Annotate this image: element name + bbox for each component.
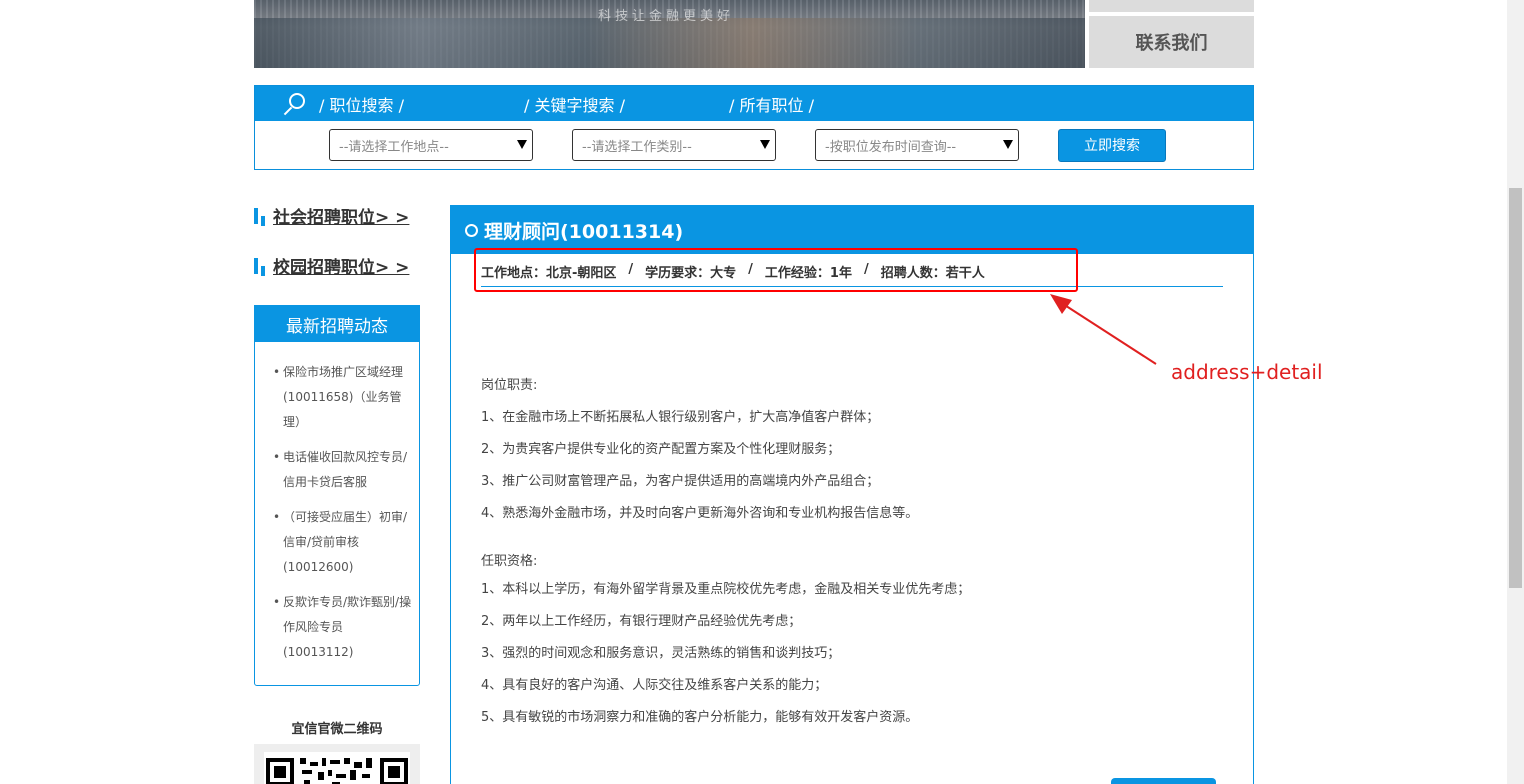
job-header: 理财顾问(10011314) [451,206,1253,254]
search-filters: --请选择工作地点-- --请选择工作类别-- -按职位发布时间查询-- 立即搜… [255,121,1253,169]
city-skyline [254,18,1085,68]
requirements-heading: 任职资格: [481,554,538,569]
duty-item: 1、在金融市场上不断拓展私人银行级别客户，扩大高净值客户群体； [481,410,880,425]
requirement-item: 2、两年以上工作经历，有银行理财产品经验优先考虑； [481,614,802,629]
search-panel: / 职位搜索 / / 关键字搜索 / / 所有职位 / --请选择工作地点-- … [254,85,1254,170]
scrollbar-thumb[interactable] [1509,188,1522,588]
requirement-item: 3、强烈的时间观念和服务意识，灵活熟练的销售和谈判技巧； [481,646,841,661]
publish-time-select-value: -按职位发布时间查询-- [825,139,957,155]
contact-us-button[interactable]: 联系我们 [1089,16,1254,68]
social-recruitment-label: 社会招聘职位> > [273,208,410,228]
duty-item: 3、推广公司财富管理产品，为客户提供适用的高端境内外产品组合； [481,474,880,489]
job-title: 理财顾问(10011314) [484,220,684,243]
bar-icon [261,266,265,276]
dropdown-arrow-icon [517,140,527,149]
banner-image: 科技让金融更美好 [254,0,1085,68]
news-item[interactable]: 反欺诈专员/欺诈甄别/操作风险专员(10013112) [273,590,413,665]
social-recruitment-link[interactable]: 社会招聘职位> > [254,203,409,228]
requirement-item: 4、具有良好的客户沟通、人际交往及维系客户关系的能力； [481,678,828,693]
annotation-highlight-box [474,248,1078,292]
tab-keyword-search[interactable]: / 关键字搜索 / [524,92,719,116]
annotation-arrow-icon [1050,294,1157,365]
qr-title: 宜信官微二维码 [291,722,383,737]
dropdown-arrow-icon [1003,140,1013,149]
publish-time-select[interactable]: -按职位发布时间查询-- [815,129,1019,161]
location-select[interactable]: --请选择工作地点-- [329,129,533,161]
search-icon [279,89,309,119]
location-select-value: --请选择工作地点-- [339,139,449,155]
job-description: 岗位职责: 1、在金融市场上不断拓展私人银行级别客户，扩大高净值客户群体； 2、… [481,374,970,734]
tab-all-positions[interactable]: / 所有职位 / [729,92,924,116]
campus-recruitment-link[interactable]: 校园招聘职位> > [254,253,409,278]
search-submit-button[interactable]: 立即搜索 [1058,128,1166,162]
tab-position-search[interactable]: / 职位搜索 / [319,92,514,116]
page: 科技让金融更美好 联系我们 / 职位搜索 / / 关键字搜索 / / 所有职位 … [0,0,1524,784]
news-item[interactable]: （可接受应届生）初审/信审/贷前审核(10012600) [273,505,413,580]
qr-code [264,752,410,784]
latest-news-panel: 最新招聘动态 保险市场推广区域经理(10011658)（业务管理） 电话催收回款… [254,305,420,686]
news-item[interactable]: 保险市场推广区域经理(10011658)（业务管理） [273,360,413,435]
requirement-item: 5、具有敏锐的市场洞察力和准确的客户分析能力，能够有效开发客户资源。 [481,710,919,725]
category-select[interactable]: --请选择工作类别-- [572,129,776,161]
category-select-value: --请选择工作类别-- [582,139,692,155]
news-list: 保险市场推广区域经理(10011658)（业务管理） 电话催收回款风控专员/信用… [255,342,419,665]
annotation-label: address+detail [1171,360,1323,384]
campus-recruitment-label: 校园招聘职位> > [273,258,410,278]
duty-item: 4、熟悉海外金融市场，并及时向客户更新海外咨询和专业机构报告信息等。 [481,506,919,521]
qr-code-container [254,744,420,784]
circle-icon [465,223,478,237]
news-item[interactable]: 电话催收回款风控专员/信用卡贷后客服 [273,445,413,495]
dropdown-arrow-icon [760,140,770,149]
latest-news-title: 最新招聘动态 [255,306,419,342]
bar-icon [254,207,258,224]
side-tab[interactable] [1089,0,1254,12]
search-header: / 职位搜索 / / 关键字搜索 / / 所有职位 / [255,86,1253,121]
requirement-item: 1、本科以上学历，有海外留学背景及重点院校优先考虑，金融及相关专业优先考虑； [481,582,971,597]
duty-item: 2、为贵宾客户提供专业化的资产配置方案及个性化理财服务； [481,442,841,457]
bar-icon [254,257,258,274]
banner-slogan: 科技让金融更美好 [598,9,735,24]
apply-button[interactable] [1111,778,1216,784]
bar-icon [261,216,265,226]
duties-heading: 岗位职责: [481,378,538,393]
